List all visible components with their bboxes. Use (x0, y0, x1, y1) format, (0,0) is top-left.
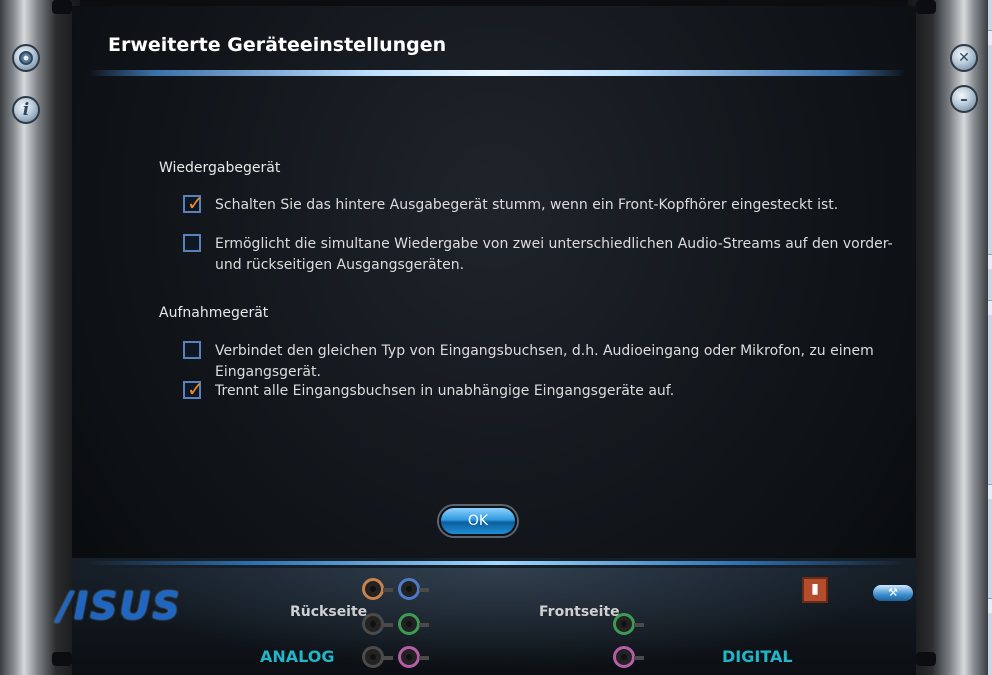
left-frame-pillar (0, 0, 80, 675)
rear-jack-blue[interactable] (398, 578, 429, 600)
info-icon: i (22, 100, 30, 120)
asus-logo: /ISUS (58, 584, 182, 628)
simultaneous-playback-checkbox[interactable] (183, 234, 201, 252)
rear-jack-green[interactable] (398, 613, 429, 635)
jack-connector (634, 623, 644, 627)
option-label: Ermöglicht die simultane Wiedergabe von … (215, 236, 893, 273)
checkmark-icon: ✓ (187, 377, 204, 401)
playback-section-heading: Wiedergabegerät (159, 160, 281, 176)
rear-jack-black[interactable] (362, 613, 393, 635)
front-jack-pink[interactable] (613, 646, 644, 668)
rear-panel-label: Rückseite (290, 604, 368, 620)
separate-inputs-checkbox[interactable]: ✓ (183, 377, 204, 401)
jack-connector (419, 588, 429, 592)
merge-inputs-checkbox[interactable] (183, 341, 201, 359)
info-button[interactable]: i (12, 96, 40, 124)
checkmark-icon: ✓ (187, 191, 204, 215)
jack-connector (419, 623, 429, 627)
minimize-icon: – (960, 90, 968, 108)
close-icon: ✕ (958, 50, 970, 66)
jack-connector (383, 623, 393, 627)
recording-section-heading: Aufnahmegerät (159, 305, 269, 321)
option-label: Schalten Sie das hintere Ausgabegerät st… (215, 197, 839, 213)
footer-divider (88, 561, 906, 565)
minimize-button[interactable]: – (950, 85, 978, 113)
front-jack-green[interactable] (613, 613, 644, 635)
front-panel-label: Frontseite (539, 604, 620, 620)
close-button[interactable]: ✕ (950, 44, 978, 72)
wrench-settings-button[interactable]: ⚒ (873, 585, 913, 601)
title-divider (88, 70, 906, 76)
wrench-icon: ⚒ (888, 586, 898, 599)
rear-jack-pink[interactable] (398, 646, 429, 668)
rear-jack-orange[interactable] (362, 578, 393, 600)
settings-button[interactable] (12, 44, 40, 72)
jack-connector (634, 656, 644, 660)
option-label: Verbindet den gleichen Typ von Eingangsb… (215, 343, 874, 380)
device-settings-window: Erweiterte Geräteeinstellungen i ✕ – Wie… (0, 0, 988, 675)
jack-connector (419, 656, 429, 660)
jack-connector (383, 588, 393, 592)
ok-button[interactable]: OK (439, 506, 517, 536)
dialog-title: Erweiterte Geräteeinstellungen (108, 34, 447, 56)
option-label: Trennt alle Eingangsbuchsen in unabhängi… (215, 383, 675, 399)
jack-connector (383, 656, 393, 660)
analog-label: ANALOG (260, 647, 335, 666)
rear-jack-gray[interactable] (362, 646, 393, 668)
mute-rear-checkbox[interactable]: ✓ (183, 191, 204, 215)
gear-icon (19, 51, 33, 65)
digital-output-icon[interactable]: ▮ (802, 577, 828, 603)
digital-label: DIGITAL (722, 647, 793, 666)
